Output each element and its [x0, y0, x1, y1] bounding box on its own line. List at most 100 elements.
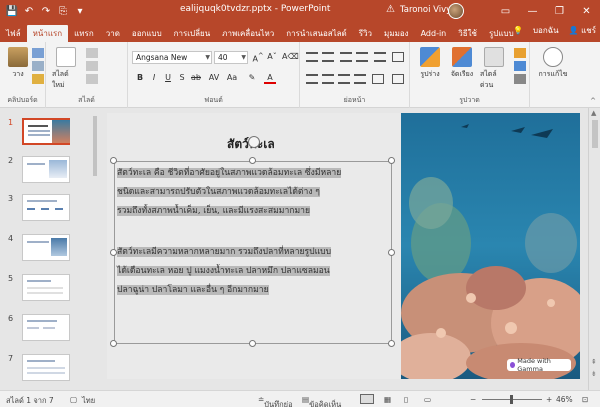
slide-thumbnail-7[interactable]: [22, 354, 70, 381]
resize-handle[interactable]: [249, 340, 256, 347]
shapes-button[interactable]: รูปร่าง: [416, 47, 444, 80]
scroll-up-icon[interactable]: ▲: [591, 109, 596, 117]
share-button[interactable]: 👤 แชร์: [569, 24, 596, 37]
char-spacing-icon[interactable]: AV: [208, 73, 220, 82]
strikethrough-icon[interactable]: ab: [190, 73, 202, 82]
prev-slide-icon[interactable]: ⇞: [591, 358, 597, 366]
align-right-icon[interactable]: [338, 74, 350, 84]
align-center-icon[interactable]: [322, 74, 334, 84]
resize-handle[interactable]: [249, 157, 256, 164]
thumbnails-scrollbar[interactable]: [92, 108, 98, 390]
slide-thumbnail-3[interactable]: [22, 194, 70, 221]
minimize-button[interactable]: —: [519, 0, 546, 22]
zoom-level[interactable]: 46%: [556, 395, 573, 404]
clear-format-icon[interactable]: A⌫: [282, 52, 299, 61]
tab-slideshow[interactable]: การนำเสนอสไลด์: [280, 25, 353, 42]
shrink-font-icon[interactable]: Aˇ: [266, 52, 278, 61]
warning-icon[interactable]: ⚠: [386, 4, 395, 15]
slideshow-icon[interactable]: ▭: [424, 395, 431, 404]
shadow-button[interactable]: S: [176, 73, 188, 82]
smartart-icon[interactable]: [392, 74, 404, 84]
tab-review[interactable]: รีวิว: [353, 25, 378, 42]
slide-thumbnail-4[interactable]: [22, 234, 70, 261]
slide-sorter-icon[interactable]: ▦: [384, 395, 391, 404]
italic-button[interactable]: I: [148, 73, 160, 82]
bullets-icon[interactable]: [306, 52, 318, 62]
proofing-icon[interactable]: ▢: [70, 395, 77, 404]
underline-button[interactable]: U: [162, 73, 174, 82]
user-name[interactable]: Taronoi Vivy: [400, 5, 451, 15]
body-paragraph-2[interactable]: สัตว์ทะเลมีความหลากหลายมาก รวมถึงปลาที่ห…: [117, 243, 392, 300]
shape-outline-icon[interactable]: [514, 61, 526, 71]
restore-button[interactable]: ❐: [546, 0, 573, 22]
grow-font-icon[interactable]: A^: [252, 52, 264, 64]
zoom-in-button[interactable]: +: [546, 395, 552, 404]
arrange-button[interactable]: จัดเรียง: [448, 47, 476, 80]
comments-button[interactable]: ▤ ข้อคิดเห็น: [302, 395, 341, 407]
new-slide-button[interactable]: สไลด์ใหม่: [52, 47, 80, 91]
undo-icon[interactable]: ↶: [23, 5, 35, 17]
language-indicator[interactable]: ไทย: [82, 395, 95, 407]
section-icon[interactable]: [86, 74, 98, 84]
layout-icon[interactable]: [86, 48, 98, 58]
slide-thumbnail-6[interactable]: [22, 314, 70, 341]
font-name-combo[interactable]: Angsana New ▼: [132, 51, 212, 64]
lightbulb-icon[interactable]: 💡: [513, 26, 523, 35]
justify-icon[interactable]: [354, 74, 366, 84]
tab-help[interactable]: วิธีใช้: [452, 25, 483, 42]
tab-insert[interactable]: แทรก: [68, 25, 100, 42]
slide-editor[interactable]: สัตว์ทะเล สัตว์ทะเล คือ ชีวิตที่อาศัยอยู…: [107, 113, 580, 379]
tab-file[interactable]: ไฟล์: [0, 25, 27, 42]
highlight-icon[interactable]: ✎: [246, 73, 258, 82]
tab-view[interactable]: มุมมอง: [378, 25, 415, 42]
customize-qat-icon[interactable]: ▾: [74, 5, 86, 17]
resize-handle[interactable]: [110, 340, 117, 347]
body-paragraph-1[interactable]: สัตว์ทะเล คือ ชีวิตที่อาศัยอยู่ในสภาพแวด…: [117, 164, 392, 221]
resize-handle[interactable]: [110, 157, 117, 164]
columns-icon[interactable]: [372, 74, 384, 84]
collapse-ribbon-icon[interactable]: ^: [590, 97, 596, 105]
bold-button[interactable]: B: [134, 73, 146, 82]
redo-icon[interactable]: ↷: [40, 5, 52, 17]
tab-addin[interactable]: Add-in: [415, 25, 453, 42]
slide-thumbnail-5[interactable]: [22, 274, 70, 301]
increase-indent-icon[interactable]: [356, 52, 368, 62]
shape-effects-icon[interactable]: [514, 74, 526, 84]
ribbon-display-icon[interactable]: ▭: [492, 0, 519, 22]
text-direction-icon[interactable]: [392, 52, 404, 62]
line-spacing-icon[interactable]: [374, 52, 386, 62]
editing-button[interactable]: การแก้ไข: [538, 47, 568, 80]
zoom-out-button[interactable]: −: [470, 395, 476, 404]
next-slide-icon[interactable]: ⇟: [591, 370, 597, 378]
resize-handle[interactable]: [110, 249, 117, 256]
close-button[interactable]: ✕: [573, 0, 600, 22]
resize-handle[interactable]: [388, 340, 395, 347]
font-size-combo[interactable]: 40 ▼: [214, 51, 248, 64]
quick-styles-button[interactable]: สไตล์ด่วน: [480, 47, 508, 91]
tab-animations[interactable]: ภาพเคลื่อนไหว: [216, 25, 280, 42]
tab-transitions[interactable]: การเปลี่ยน: [168, 25, 217, 42]
reset-icon[interactable]: [86, 61, 98, 71]
font-color-icon[interactable]: A: [264, 73, 276, 84]
zoom-slider-knob[interactable]: [510, 395, 513, 404]
change-case-icon[interactable]: Aa: [226, 73, 238, 82]
canvas-scrollbar[interactable]: ▲ ⇞ ⇟: [588, 108, 600, 390]
tab-home[interactable]: หน้าแรก: [26, 25, 69, 42]
numbering-icon[interactable]: [322, 52, 334, 62]
reading-view-icon[interactable]: ▯: [404, 395, 408, 404]
tab-design[interactable]: ออกแบบ: [126, 25, 168, 42]
align-left-icon[interactable]: [306, 74, 318, 84]
shape-fill-icon[interactable]: [514, 48, 526, 58]
cut-icon[interactable]: [32, 48, 44, 58]
tell-me-box[interactable]: บอกฉัน: [533, 24, 559, 37]
save-icon[interactable]: 💾: [6, 5, 18, 17]
tab-draw[interactable]: วาด: [100, 25, 126, 42]
paste-button[interactable]: วาง: [8, 47, 28, 80]
made-with-gamma-badge[interactable]: Made with Gamma: [507, 357, 571, 373]
resize-handle[interactable]: [388, 157, 395, 164]
slide-thumbnail-1[interactable]: [22, 118, 70, 145]
avatar[interactable]: [448, 3, 464, 19]
fit-slide-icon[interactable]: ⊡: [582, 395, 588, 404]
format-painter-icon[interactable]: [32, 74, 44, 84]
normal-view-icon[interactable]: [360, 394, 374, 404]
